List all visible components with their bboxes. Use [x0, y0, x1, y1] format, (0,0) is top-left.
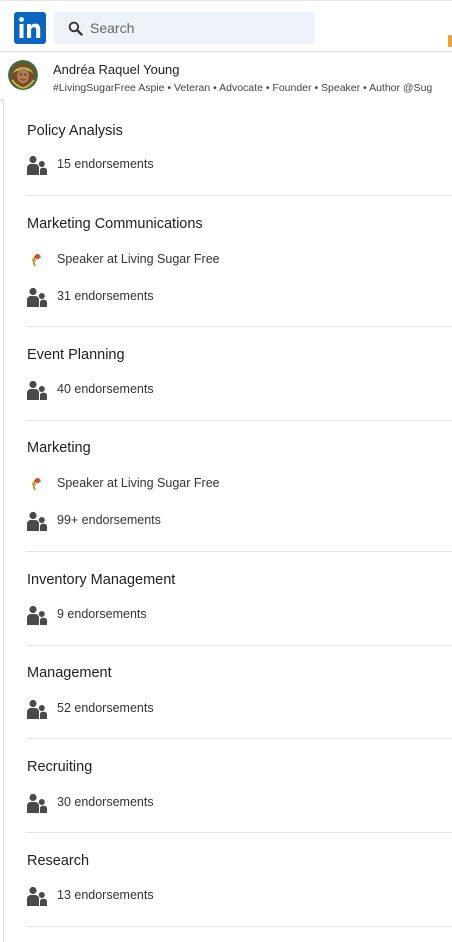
endorsement-row[interactable]: 30 endorsements — [27, 792, 447, 814]
skill-name[interactable]: Management — [27, 665, 112, 681]
endorsement-count: 30 endorsements — [57, 795, 154, 809]
endorsement-count: 31 endorsements — [57, 289, 154, 303]
endorsement-count: 40 endorsements — [57, 382, 154, 396]
skill-name[interactable]: Marketing Communications — [27, 216, 203, 232]
top-navigation-bar — [0, 0, 452, 52]
company-logo-icon — [31, 477, 41, 491]
people-icon — [27, 793, 47, 813]
people-icon — [27, 886, 47, 906]
linkedin-logo-icon[interactable] — [14, 12, 46, 44]
skill-item: Recruiting 30 endorsements — [4, 739, 452, 833]
experience-text: Speaker at Living Sugar Free — [57, 476, 220, 490]
skill-item: Research 13 endorsements — [4, 833, 452, 927]
profile-header: Andréa Raquel Young #LivingSugarFree Asp… — [0, 52, 452, 99]
endorsement-row[interactable]: 9 endorsements — [27, 604, 447, 626]
endorsement-count: 99+ endorsements — [57, 513, 161, 527]
skill-name[interactable]: Marketing — [27, 440, 91, 456]
skill-item: Management 52 endorsements — [4, 646, 452, 739]
experience-text: Speaker at Living Sugar Free — [57, 252, 220, 266]
endorsement-count: 9 endorsements — [57, 607, 147, 621]
endorsement-row[interactable]: 99+ endorsements — [27, 510, 447, 532]
skill-item: Marketing Speaker at Living Sugar Free 9… — [4, 421, 452, 552]
people-icon — [27, 380, 47, 400]
endorsement-row[interactable]: 40 endorsements — [27, 379, 447, 401]
premium-indicator[interactable] — [448, 35, 452, 47]
endorsement-row[interactable]: 31 endorsements — [27, 286, 447, 308]
endorsement-row[interactable]: 52 endorsements — [27, 698, 447, 720]
profile-headline: #LivingSugarFree Aspie • Veteran • Advoc… — [53, 82, 433, 94]
people-icon — [27, 511, 47, 531]
divider — [26, 926, 452, 927]
endorsement-row[interactable]: 15 endorsements — [27, 154, 447, 176]
skill-name[interactable]: Recruiting — [27, 759, 92, 775]
skill-name[interactable]: Event Planning — [27, 347, 125, 363]
skill-name[interactable]: Inventory Management — [27, 572, 175, 588]
experience-row[interactable]: Speaker at Living Sugar Free — [27, 473, 447, 495]
people-icon — [27, 155, 47, 175]
skill-name[interactable]: Policy Analysis — [27, 123, 123, 139]
endorsement-count: 15 endorsements — [57, 157, 154, 171]
avatar[interactable] — [8, 60, 38, 90]
search-icon — [68, 21, 83, 36]
people-icon — [27, 605, 47, 625]
skill-name[interactable]: Research — [27, 853, 89, 869]
skill-item: Marketing Communications Speaker at Livi… — [4, 196, 452, 327]
people-icon — [27, 287, 47, 307]
experience-row[interactable]: Speaker at Living Sugar Free — [27, 249, 447, 271]
endorsement-count: 13 endorsements — [57, 888, 154, 902]
skill-item: Policy Analysis 15 endorsements — [4, 99, 452, 196]
search-box[interactable] — [54, 12, 315, 44]
people-icon — [27, 699, 47, 719]
skills-list: Policy Analysis 15 endorsements Marketin… — [3, 99, 452, 942]
skill-item: Event Planning 40 endorsements — [4, 327, 452, 421]
endorsement-count: 52 endorsements — [57, 701, 154, 715]
skill-item: Inventory Management 9 endorsements — [4, 552, 452, 646]
endorsement-row[interactable]: 13 endorsements — [27, 885, 447, 907]
company-logo-icon — [31, 253, 41, 267]
profile-name[interactable]: Andréa Raquel Young — [53, 62, 180, 77]
search-input[interactable] — [90, 12, 305, 44]
